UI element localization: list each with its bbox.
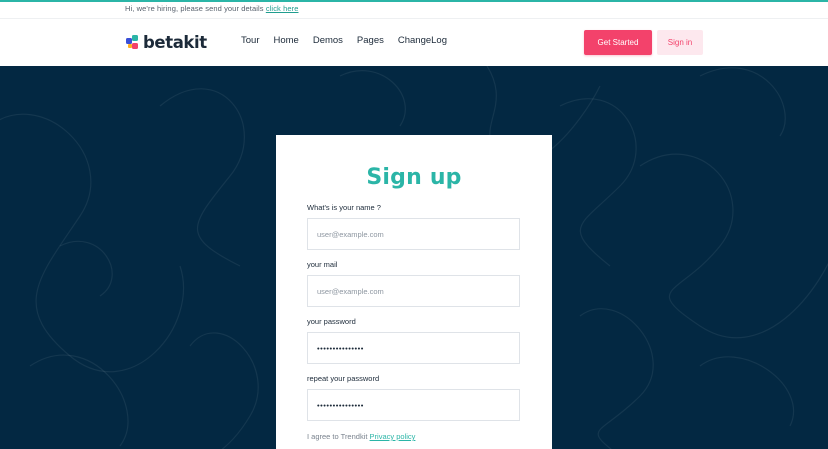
- nav-item-changelog[interactable]: ChangeLog: [398, 35, 447, 46]
- signup-title: Sign up: [366, 165, 462, 190]
- nav-item-home[interactable]: Home: [273, 35, 298, 46]
- hiring-announcement: Hi, we're hiring, please send your detai…: [125, 4, 299, 16]
- main-nav: Tour Home Demos Pages ChangeLog: [241, 35, 461, 46]
- name-label: What's is your name ?: [307, 203, 381, 212]
- announcement-text: Hi, we're hiring, please send your detai…: [125, 4, 264, 13]
- privacy-policy-link[interactable]: Privacy policy: [370, 432, 416, 441]
- nav-item-demos[interactable]: Demos: [313, 35, 343, 46]
- get-started-button[interactable]: Get Started: [584, 30, 652, 55]
- logo-text: betakit: [143, 32, 207, 52]
- nav-item-pages[interactable]: Pages: [357, 35, 384, 46]
- agreement-text: I agree to Trendkit: [307, 432, 368, 441]
- nav-item-tour[interactable]: Tour: [241, 35, 259, 46]
- signup-card: Sign up What's is your name ? your mail …: [276, 135, 552, 449]
- announcement-link[interactable]: click here: [266, 4, 299, 13]
- betakit-logo-icon: [125, 34, 141, 50]
- password-input[interactable]: [307, 332, 520, 364]
- password-label: your password: [307, 317, 356, 326]
- name-input[interactable]: [307, 218, 520, 250]
- repeat-password-label: repeat your password: [307, 374, 380, 383]
- agreement-line: I agree to Trendkit Privacy policy: [307, 432, 415, 441]
- repeat-password-input[interactable]: [307, 389, 520, 421]
- email-input[interactable]: [307, 275, 520, 307]
- navbar: betakit Tour Home Demos Pages ChangeLog …: [0, 19, 828, 66]
- hero-section: Sign up What's is your name ? your mail …: [0, 66, 828, 449]
- sign-in-button[interactable]: Sign in: [657, 30, 703, 55]
- logo[interactable]: betakit: [125, 31, 207, 53]
- mail-label: your mail: [307, 260, 338, 269]
- top-accent-line: [0, 0, 828, 2]
